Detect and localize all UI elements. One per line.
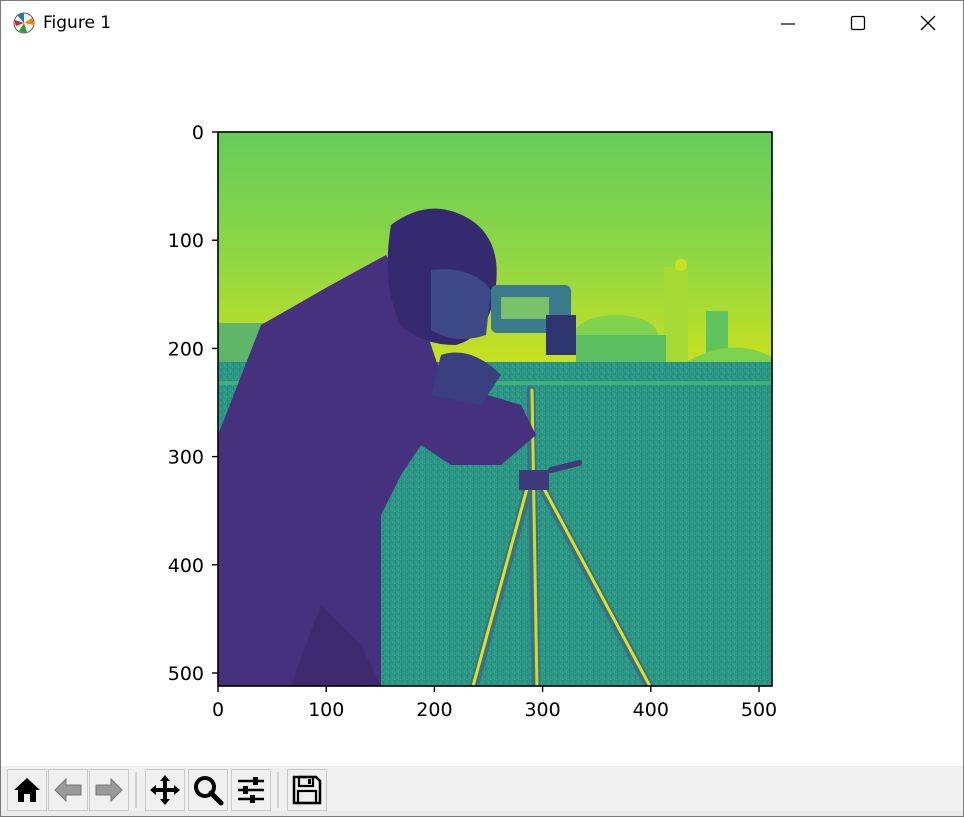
pan-move-icon <box>150 775 180 805</box>
x-tick-label: 300 <box>524 699 560 721</box>
x-axis: 0 100 200 300 400 500 <box>212 686 777 721</box>
zoom-magnifier-icon <box>194 776 224 806</box>
toolbar-separator <box>277 772 279 808</box>
y-tick-label: 400 <box>168 555 204 577</box>
forward-arrow-icon <box>95 777 123 803</box>
y-tick-label: 300 <box>168 447 204 469</box>
home-button[interactable] <box>7 769 47 811</box>
matplotlib-logo-icon <box>13 12 35 34</box>
save-floppy-icon <box>292 775 322 805</box>
y-tick-label: 100 <box>168 230 204 252</box>
y-tick-label: 500 <box>168 663 204 685</box>
x-tick-label: 100 <box>308 699 344 721</box>
configure-subplots-button[interactable] <box>231 769 271 811</box>
back-button[interactable] <box>48 769 88 811</box>
window-title: Figure 1 <box>43 13 112 33</box>
navigation-toolbar <box>1 766 963 816</box>
minimize-button[interactable] <box>753 1 823 45</box>
plot-image[interactable] <box>218 132 772 690</box>
image-plot[interactable]: 0 100 200 300 400 500 0 100 200 300 400 500 <box>1 45 963 765</box>
y-tick-label: 0 <box>192 122 204 144</box>
x-tick-label: 400 <box>633 699 669 721</box>
y-axis: 0 100 200 300 400 500 <box>168 122 218 685</box>
close-icon <box>920 15 936 31</box>
maximize-button[interactable] <box>823 1 893 45</box>
maximize-icon <box>850 15 866 31</box>
status-line <box>1 811 963 816</box>
forward-button[interactable] <box>89 769 129 811</box>
figure-canvas[interactable]: 0 100 200 300 400 500 0 100 200 300 400 500 <box>1 45 963 765</box>
x-tick-label: 500 <box>741 699 777 721</box>
home-icon <box>14 778 40 802</box>
zoom-button[interactable] <box>188 769 228 811</box>
toolbar-separator <box>135 772 137 808</box>
close-button[interactable] <box>893 1 963 45</box>
save-button[interactable] <box>287 769 327 811</box>
y-tick-label: 200 <box>168 338 204 360</box>
x-tick-label: 0 <box>212 699 224 721</box>
pan-button[interactable] <box>145 769 185 811</box>
figure-window: Figure 1 0 100 200 300 400 500 0 100 200… <box>0 0 964 817</box>
minimize-icon <box>781 23 795 25</box>
configure-subplots-icon <box>238 777 264 803</box>
title-bar[interactable]: Figure 1 <box>1 1 963 45</box>
x-tick-label: 200 <box>416 699 452 721</box>
back-arrow-icon <box>54 777 82 803</box>
